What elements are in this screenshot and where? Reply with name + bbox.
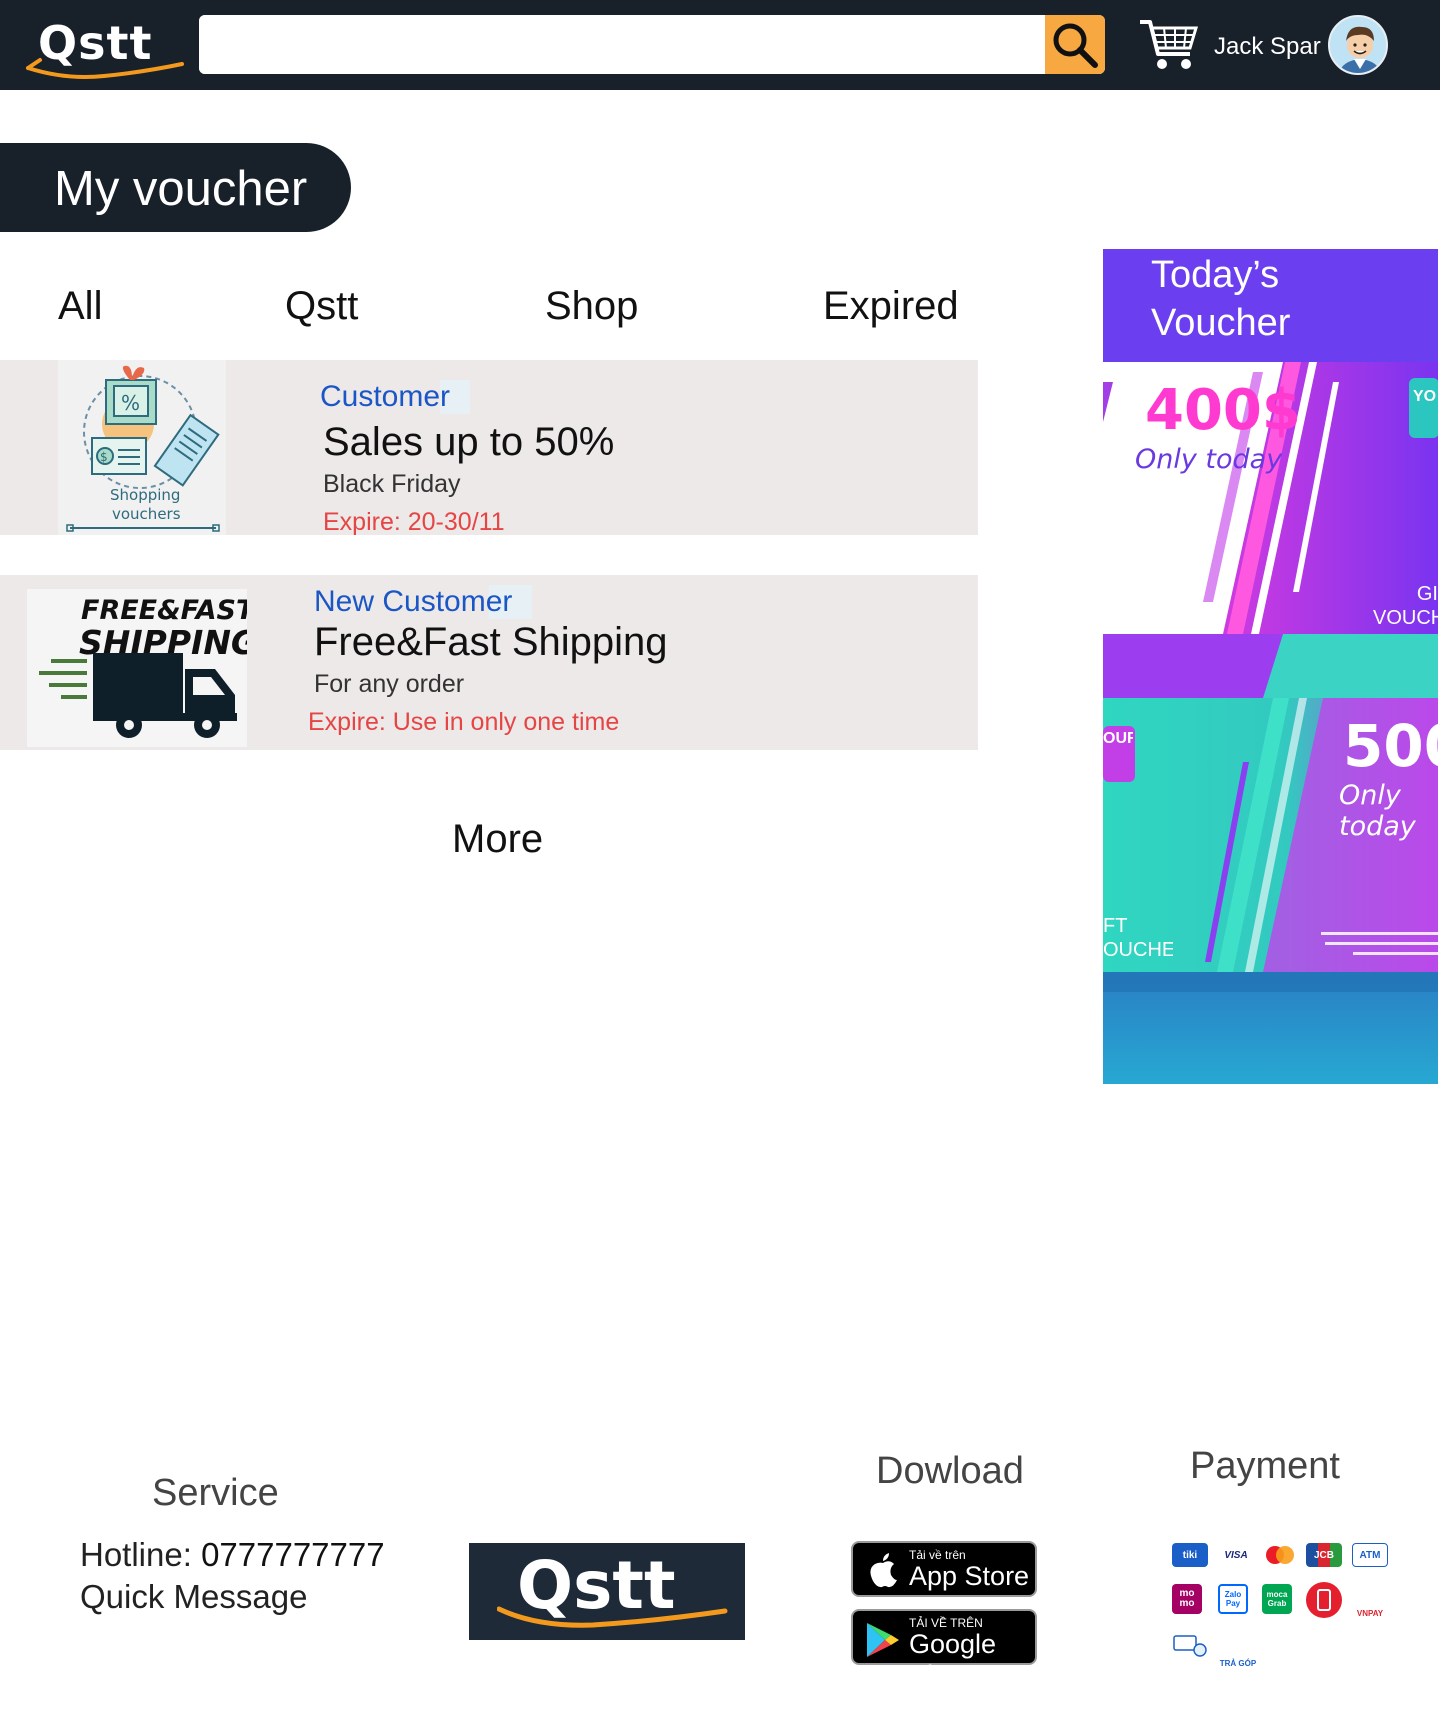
phone-icon <box>1317 1589 1331 1611</box>
tab-qstt[interactable]: Qstt <box>285 284 358 329</box>
tiki-payment-icon: tiki <box>1172 1543 1208 1567</box>
vnpay-payment-icon: VNPAY <box>1356 1609 1384 1618</box>
service-heading: Service <box>152 1472 279 1514</box>
search-bar <box>199 15 1105 74</box>
voucher-card[interactable]: FREE&FAST SHIPPING New Customer Free&Fas… <box>0 575 978 750</box>
username-label[interactable]: Jack Spar <box>1214 33 1321 61</box>
promo-title: Today’s Voucher <box>1151 254 1291 344</box>
payment-heading: Payment <box>1190 1445 1340 1487</box>
thumbnail-heading: FREE&FAST <box>81 595 247 626</box>
google-play-icon <box>867 1623 899 1657</box>
promo-amount: 500$ <box>1343 712 1438 780</box>
store-small-text: Tải về trên <box>909 1548 966 1562</box>
logo-swoosh-icon <box>497 1606 728 1628</box>
jcb-payment-icon: JCB <box>1306 1543 1342 1567</box>
promo-note: Only today <box>1135 444 1283 475</box>
svg-text:$: $ <box>100 450 108 464</box>
voucher-audience-tag: Customer <box>320 380 471 414</box>
hotline-line: Hotline: 0777777777 <box>80 1536 385 1574</box>
search-button[interactable] <box>1045 15 1105 74</box>
voucher-subtitle: For any order <box>314 670 465 698</box>
delivery-truck-icon <box>39 653 237 738</box>
card-transfer-payment-icon <box>1172 1632 1208 1658</box>
mastercard-payment-icon <box>1262 1543 1298 1567</box>
voucher-title: Free&Fast Shipping <box>314 620 668 664</box>
quick-message-link[interactable]: Quick Message <box>80 1578 307 1616</box>
voucher-expiry: Expire: 20-30/11 <box>323 508 505 536</box>
voucher-audience-tag: New Customer <box>314 585 533 619</box>
voucher-title: Sales up to 50% <box>323 420 615 464</box>
zalopay-payment-icon: Zalo Pay <box>1218 1584 1248 1614</box>
shopping-voucher-thumbnail: % $ Shopping vouchers <box>58 360 226 535</box>
store-big-text: App Store <box>909 1561 1030 1591</box>
store-big-text: Google Play <box>909 1629 997 1690</box>
promo-note: Only today <box>1339 780 1416 842</box>
promo-corner-label: GI VOUCHE <box>1373 583 1438 629</box>
logo-swoosh-icon <box>26 58 184 79</box>
atm-payment-icon: ATM <box>1352 1543 1388 1567</box>
voucher-subtitle: Black Friday <box>323 470 461 498</box>
app-store-badge[interactable]: Tải về trên App Store <box>851 1541 1037 1597</box>
cart-icon <box>1140 20 1199 69</box>
mastercard-icon <box>1266 1546 1294 1564</box>
google-play-badge[interactable]: TẢI VỀ TRÊN Google Play <box>851 1609 1037 1690</box>
mobile-payment-icon <box>1306 1582 1342 1618</box>
page-title-banner: My voucher <box>0 143 351 232</box>
todays-voucher-panel[interactable]: Today’s Voucher 400$ Only today YO GI VO… <box>1103 249 1438 1084</box>
visa-payment-icon: VISA <box>1218 1543 1254 1567</box>
hotline-label: Hotline: <box>80 1536 202 1573</box>
promo-header: Today’s Voucher <box>1103 249 1438 362</box>
momo-payment-icon: mo mo <box>1172 1584 1202 1614</box>
top-navigation-bar: Qstt Jack Spar <box>0 0 1440 90</box>
hotline-number[interactable]: 0777777777 <box>201 1536 385 1573</box>
download-heading: Dowload <box>876 1450 1024 1492</box>
avatar-icon <box>1330 17 1386 73</box>
shipping-voucher-thumbnail: FREE&FAST SHIPPING <box>27 589 247 747</box>
installment-payment-icon: TRẢ GÓP <box>1219 1659 1257 1668</box>
tab-expired[interactable]: Expired <box>823 284 959 329</box>
user-avatar[interactable] <box>1328 15 1388 75</box>
tab-all[interactable]: All <box>58 284 102 329</box>
promo-logo-label: OUR OGO <box>1103 730 1133 747</box>
site-logo[interactable]: Qstt <box>26 10 186 82</box>
svg-text:%: % <box>121 391 140 415</box>
promo-corner-label: FT OUCHER <box>1103 915 1173 961</box>
shopping-cart-button[interactable] <box>1138 16 1200 74</box>
moca-grab-payment-icon: moca Grab <box>1262 1584 1292 1614</box>
search-icon <box>1053 23 1098 68</box>
card-hand-icon <box>1173 1635 1207 1657</box>
thumbnail-caption: vouchers <box>112 505 181 523</box>
store-small-text: TẢI VỀ TRÊN <box>909 1616 983 1630</box>
promo-logo-label: YOU LOG <box>1413 388 1437 405</box>
voucher-card[interactable]: % $ Shopping vouchers Customer Sales up … <box>0 360 978 536</box>
promo-banner-art: 400$ Only today YOU LOG GI VOUCHE 500$ O… <box>1103 362 1438 1084</box>
voucher-expiry: Expire: Use in only one time <box>308 708 620 736</box>
promo-amount: 400$ <box>1145 378 1301 443</box>
more-button[interactable]: More <box>452 817 543 862</box>
thumbnail-caption: Shopping <box>110 486 181 504</box>
apple-icon <box>870 1553 897 1588</box>
page-title: My voucher <box>54 162 308 216</box>
footer-logo[interactable]: Qstt <box>469 1543 745 1640</box>
tab-shop[interactable]: Shop <box>545 284 638 329</box>
search-input[interactable] <box>199 15 1045 74</box>
